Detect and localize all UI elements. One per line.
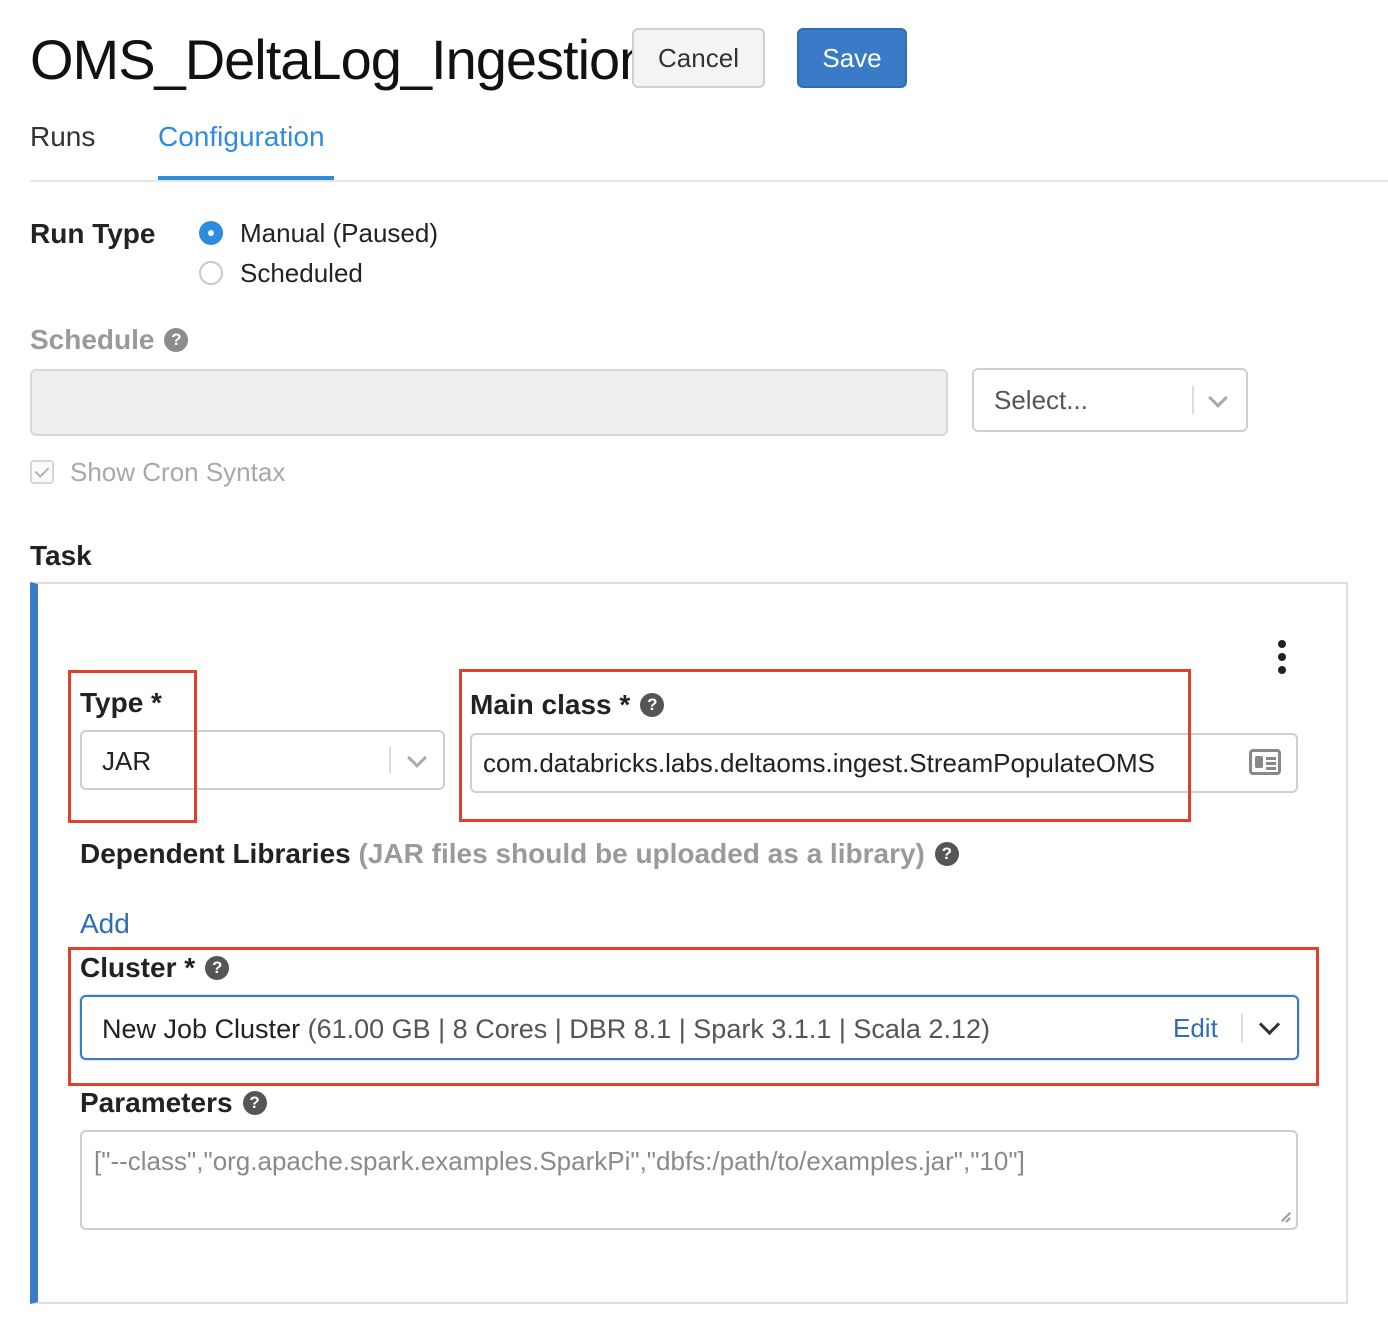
job-title: OMS_DeltaLog_Ingestion bbox=[30, 28, 650, 91]
radio-scheduled-label[interactable]: Scheduled bbox=[240, 256, 363, 290]
resize-handle-icon[interactable] bbox=[1278, 1210, 1292, 1224]
parameters-label: Parameters ? bbox=[80, 1085, 267, 1121]
cancel-button[interactable]: Cancel bbox=[632, 28, 765, 88]
schedule-label-text: Schedule bbox=[30, 324, 155, 355]
select-divider bbox=[1192, 386, 1194, 414]
tab-runs[interactable]: Runs bbox=[30, 118, 95, 156]
help-icon[interactable]: ? bbox=[640, 693, 665, 717]
schedule-label: Schedule ? bbox=[30, 322, 189, 358]
cluster-value: New Job Cluster (61.00 GB | 8 Cores | DB… bbox=[102, 1012, 990, 1046]
main-class-value: com.databricks.labs.deltaoms.ingest.Stre… bbox=[483, 748, 1155, 778]
help-icon[interactable]: ? bbox=[934, 842, 959, 866]
main-class-label-text: Main class * bbox=[470, 689, 631, 720]
radio-scheduled[interactable] bbox=[199, 261, 223, 285]
help-icon[interactable]: ? bbox=[164, 328, 189, 352]
task-label: Task bbox=[30, 540, 92, 571]
task-type-value: JAR bbox=[102, 746, 152, 776]
dependent-libraries-label: Dependent Libraries (JAR files should be… bbox=[80, 836, 959, 872]
select-divider bbox=[389, 747, 391, 773]
dependent-libraries-note: (JAR files should be uploaded as a libra… bbox=[358, 838, 925, 869]
run-type-label: Run Type bbox=[30, 218, 156, 249]
cluster-label: Cluster * ? bbox=[80, 950, 230, 986]
show-cron-checkbox bbox=[30, 460, 54, 484]
vertical-ellipsis-icon[interactable] bbox=[1276, 640, 1288, 674]
save-button[interactable]: Save bbox=[797, 28, 907, 88]
radio-manual-paused-label[interactable]: Manual (Paused) bbox=[240, 216, 438, 250]
add-library-link[interactable]: Add bbox=[80, 906, 130, 942]
cluster-name: New Job Cluster bbox=[102, 1014, 301, 1044]
show-cron-label: Show Cron Syntax bbox=[70, 457, 286, 487]
tabs-divider bbox=[30, 180, 1388, 182]
select-divider bbox=[1241, 1014, 1243, 1042]
radio-manual-paused[interactable] bbox=[199, 221, 223, 245]
cluster-details: (61.00 GB | 8 Cores | DBR 8.1 | Spark 3.… bbox=[307, 1014, 990, 1044]
dependent-libraries-title: Dependent Libraries bbox=[80, 838, 351, 869]
type-label: Type * bbox=[80, 687, 162, 718]
main-class-label: Main class * ? bbox=[470, 687, 665, 723]
schedule-cron-input bbox=[30, 369, 948, 436]
cluster-label-text: Cluster * bbox=[80, 952, 196, 983]
help-icon[interactable]: ? bbox=[242, 1091, 267, 1115]
parameters-label-text: Parameters bbox=[80, 1087, 233, 1118]
parameters-placeholder: ["--class","org.apache.spark.examples.Sp… bbox=[94, 1146, 1025, 1176]
tab-configuration[interactable]: Configuration bbox=[158, 118, 325, 156]
id-card-icon[interactable] bbox=[1249, 749, 1281, 775]
timezone-select-placeholder: Select... bbox=[994, 385, 1088, 415]
cluster-edit-link[interactable]: Edit bbox=[1173, 1012, 1218, 1044]
help-icon[interactable]: ? bbox=[205, 956, 230, 980]
